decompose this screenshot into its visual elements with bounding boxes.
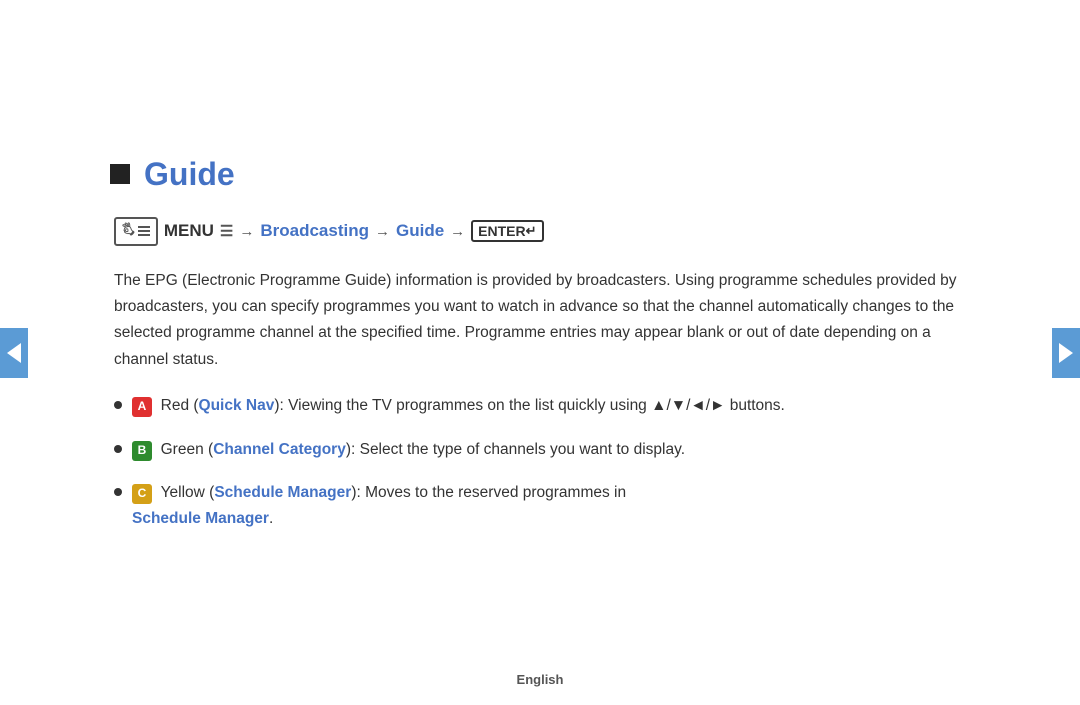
footer-text: English [517, 672, 564, 687]
arrow-2: → [375, 223, 390, 240]
menu-icon-label: 🖏 [122, 221, 135, 242]
link-schedule-manager-2[interactable]: Schedule Manager [132, 510, 269, 527]
link-schedule-manager[interactable]: Schedule Manager [214, 484, 351, 501]
bullet-content-1: A Red (Quick Nav): Viewing the TV progra… [132, 393, 970, 419]
footer: English [517, 672, 564, 687]
list-item: C Yellow (Schedule Manager): Moves to th… [114, 480, 970, 531]
menu-icon: 🖏 [114, 217, 158, 246]
arrow-3: → [450, 223, 465, 240]
bullet-dot-1 [114, 401, 122, 409]
menu-bar-2 [138, 230, 150, 232]
breadcrumb: 🖏 MENU ☰ → Broadcasting → Guide → ENTER↵ [114, 217, 970, 246]
color-label-red: Red [161, 397, 189, 414]
bullet-list: A Red (Quick Nav): Viewing the TV progra… [114, 393, 970, 531]
page-title: Guide [144, 156, 235, 193]
content-area: Guide 🖏 MENU ☰ → Broadcasting → Guide → … [90, 116, 990, 590]
list-item: B Green (Channel Category): Select the t… [114, 437, 970, 463]
color-label-yellow: Yellow [161, 484, 205, 501]
badge-yellow: C [132, 484, 152, 504]
breadcrumb-broadcasting[interactable]: Broadcasting [260, 221, 369, 241]
list-item: A Red (Quick Nav): Viewing the TV progra… [114, 393, 970, 419]
badge-green: B [132, 441, 152, 461]
section-title: Guide [110, 156, 970, 193]
bullet-text-2: ): Select the type of channels you want … [346, 441, 685, 458]
page-container: Guide 🖏 MENU ☰ → Broadcasting → Guide → … [0, 0, 1080, 705]
right-arrow-button[interactable] [1052, 328, 1080, 378]
link-quick-nav[interactable]: Quick Nav [199, 397, 275, 414]
breadcrumb-guide[interactable]: Guide [396, 221, 444, 241]
menu-bar-1 [138, 226, 150, 228]
bullet-content-3: C Yellow (Schedule Manager): Moves to th… [132, 480, 970, 531]
menu-bars [138, 226, 150, 236]
color-label-green: Green [161, 441, 204, 458]
bullet-text-1: ): Viewing the TV programmes on the list… [274, 397, 785, 414]
title-square-icon [110, 164, 130, 184]
description-text: The EPG (Electronic Programme Guide) inf… [114, 268, 970, 373]
link-channel-category[interactable]: Channel Category [213, 441, 346, 458]
menu-label: MENU [164, 221, 214, 241]
badge-red: A [132, 397, 152, 417]
bullet-dot-2 [114, 445, 122, 453]
enter-label: ENTER [478, 223, 525, 239]
arrow-1: → [239, 223, 254, 240]
bullet-dot-3 [114, 488, 122, 496]
menu-bar-3 [138, 234, 150, 236]
bullet-content-2: B Green (Channel Category): Select the t… [132, 437, 970, 463]
bullet-text-3b: . [269, 510, 273, 527]
breadcrumb-bars-icon: ☰ [220, 222, 233, 240]
bullet-text-3: ): Moves to the reserved programmes in [351, 484, 626, 501]
enter-icon: ENTER↵ [471, 220, 543, 242]
left-arrow-button[interactable] [0, 328, 28, 378]
